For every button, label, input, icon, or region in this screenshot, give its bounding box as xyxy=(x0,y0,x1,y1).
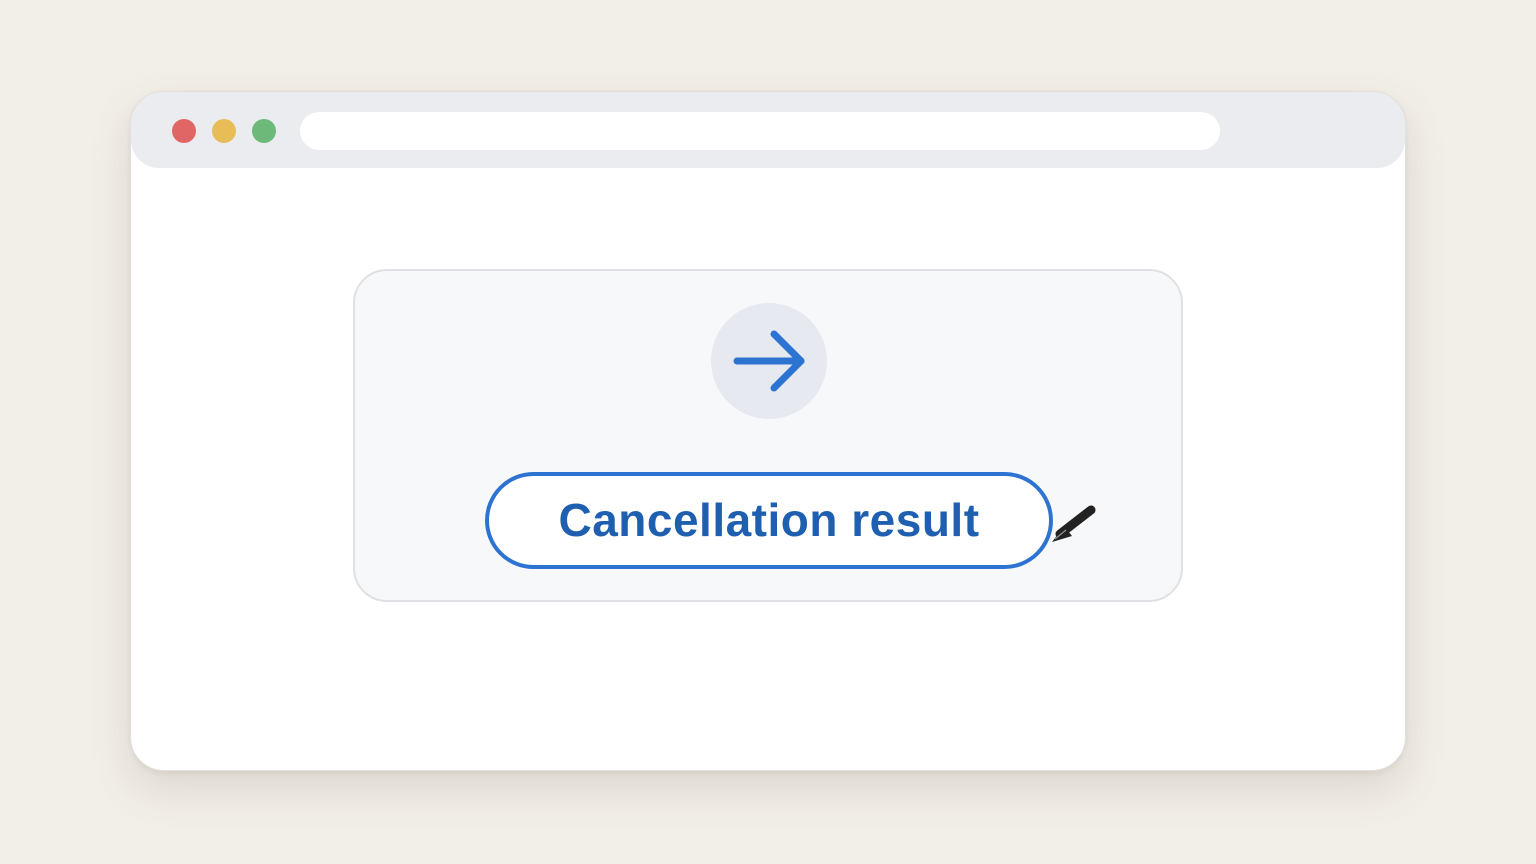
cursor-arrow-icon xyxy=(1046,504,1098,551)
arrow-right-icon xyxy=(711,303,827,419)
browser-window: Cancellation result xyxy=(130,91,1406,771)
close-window-button[interactable] xyxy=(172,119,196,143)
action-card: Cancellation result xyxy=(353,269,1183,602)
cancellation-result-button[interactable]: Cancellation result xyxy=(485,472,1053,569)
address-bar-input[interactable] xyxy=(300,112,1220,150)
minimize-window-button[interactable] xyxy=(212,119,236,143)
browser-titlebar xyxy=(131,92,1405,168)
maximize-window-button[interactable] xyxy=(252,119,276,143)
